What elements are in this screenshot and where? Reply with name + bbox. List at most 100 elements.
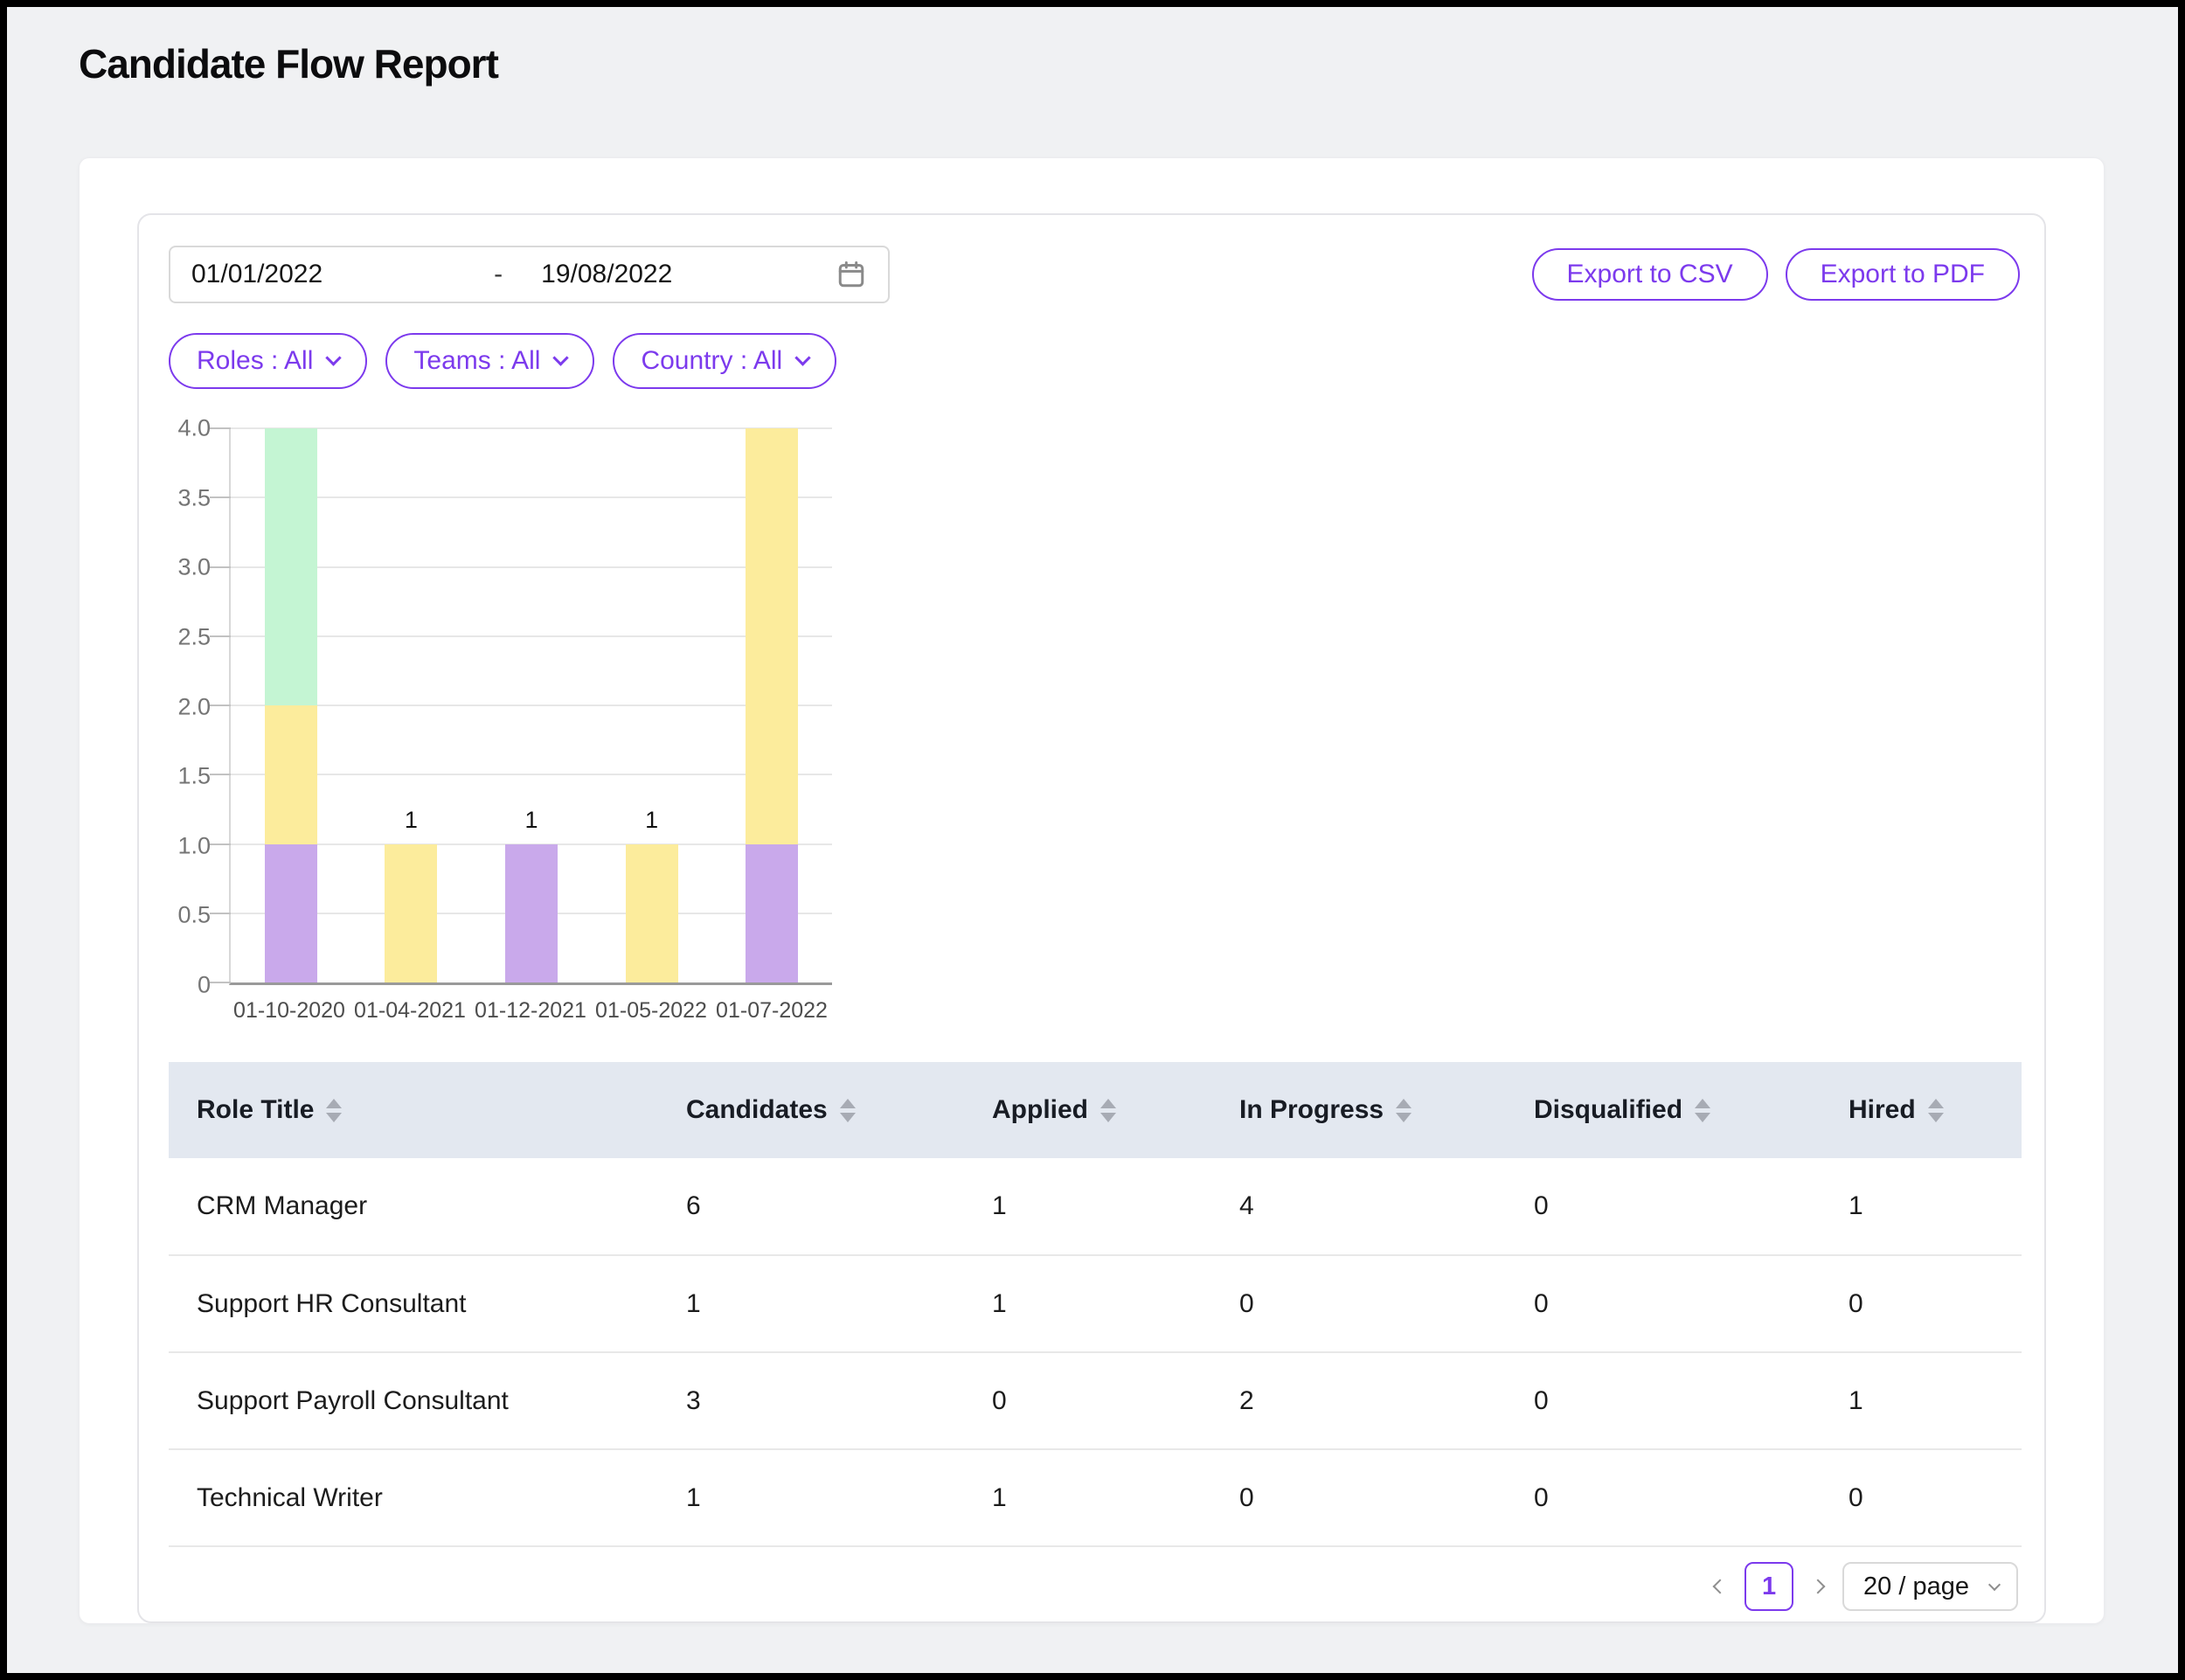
y-axis-tick-label: 2.0 — [177, 693, 211, 720]
cell-role-title: Support Payroll Consultant — [169, 1352, 658, 1449]
column-label: In Progress — [1239, 1095, 1384, 1125]
sort-icon[interactable] — [840, 1099, 856, 1122]
column-header-hired[interactable]: Hired — [1821, 1062, 2022, 1158]
table-row: Support Payroll Consultant 3 0 2 0 1 — [169, 1352, 2022, 1449]
cell-applied: 1 — [964, 1158, 1211, 1255]
bar-yellow-segment — [265, 705, 317, 844]
report-card: 01/01/2022 - 19/08/2022 Export to CSV Ex… — [79, 157, 2105, 1624]
cell-candidates: 6 — [658, 1158, 964, 1255]
sort-icon[interactable] — [1928, 1099, 1944, 1122]
bar-value-label: 1 — [405, 807, 418, 834]
column-label: Applied — [992, 1095, 1088, 1125]
y-axis-tick-mark — [210, 635, 231, 637]
chevron-left-icon — [1713, 1579, 1728, 1594]
cell-role-title: CRM Manager — [169, 1158, 658, 1255]
column-header-role-title[interactable]: Role Title — [169, 1062, 658, 1158]
country-filter-dropdown[interactable]: Country : All — [613, 333, 836, 389]
chart-x-axis: 01-10-202001-04-202101-12-202101-05-2022… — [229, 998, 832, 1033]
sort-icon[interactable] — [1695, 1099, 1710, 1122]
teams-filter-dropdown[interactable]: Teams : All — [385, 333, 594, 389]
cell-candidates: 1 — [658, 1255, 964, 1352]
chevron-down-icon — [1988, 1579, 2001, 1591]
pagination-next-button[interactable] — [1813, 1581, 1823, 1592]
cell-hired: 1 — [1821, 1158, 2022, 1255]
sort-icon[interactable] — [1396, 1099, 1412, 1122]
y-axis-tick-mark — [210, 427, 231, 429]
teams-filter-label: Teams : All — [413, 346, 540, 376]
column-header-candidates[interactable]: Candidates — [658, 1062, 964, 1158]
sort-icon[interactable] — [326, 1099, 342, 1122]
cell-role-title: Technical Writer — [169, 1449, 658, 1546]
y-axis-tick-label: 4.0 — [177, 415, 211, 442]
y-axis-tick-label: 3.5 — [177, 484, 211, 511]
date-start-value[interactable]: 01/01/2022 — [191, 260, 323, 289]
cell-in-progress: 0 — [1211, 1255, 1506, 1352]
bar-green-segment — [265, 428, 317, 705]
y-axis-tick-mark — [210, 496, 231, 498]
y-axis-tick-label: 3.0 — [177, 554, 211, 581]
pagination-page-button[interactable]: 1 — [1745, 1562, 1793, 1611]
candidate-flow-report-screen: Candidate Flow Report 01/01/2022 - 19/08… — [0, 0, 2185, 1680]
column-label: Disqualified — [1534, 1095, 1682, 1125]
x-axis-tick-label: 01-10-2020 — [233, 998, 345, 1024]
column-header-applied[interactable]: Applied — [964, 1062, 1211, 1158]
column-header-disqualified[interactable]: Disqualified — [1506, 1062, 1821, 1158]
bar-yellow-segment — [626, 844, 678, 983]
y-axis-tick-mark — [210, 913, 231, 914]
date-range-picker[interactable]: 01/01/2022 - 19/08/2022 — [169, 246, 890, 303]
gridline — [231, 427, 832, 429]
x-axis-tick-label: 01-07-2022 — [716, 998, 828, 1024]
y-axis-tick-mark — [210, 843, 231, 845]
cell-candidates: 1 — [658, 1449, 964, 1546]
gridline — [231, 774, 832, 775]
y-axis-tick-mark — [210, 774, 231, 775]
table-row: Support HR Consultant 1 1 0 0 0 — [169, 1255, 2022, 1352]
y-axis-tick-label: 0.5 — [177, 902, 211, 929]
roles-filter-dropdown[interactable]: Roles : All — [169, 333, 367, 389]
column-label: Candidates — [686, 1095, 828, 1125]
y-axis-tick-label: 1.0 — [177, 832, 211, 859]
country-filter-label: Country : All — [641, 346, 782, 376]
candidate-flow-table: Role Title Candidates Applied In Progres… — [169, 1062, 2022, 1547]
export-actions: Export to CSV Export to PDF — [1532, 248, 2020, 301]
bar-purple-segment — [505, 844, 558, 983]
calendar-icon[interactable] — [836, 259, 867, 290]
bar-value-label: 1 — [524, 807, 538, 834]
chart-y-axis: 4.03.53.02.52.01.51.00.50 — [139, 428, 211, 985]
pagination-prev-button[interactable] — [1715, 1581, 1725, 1592]
chevron-right-icon — [1811, 1579, 1826, 1594]
cell-applied: 0 — [964, 1352, 1211, 1449]
cell-hired: 1 — [1821, 1352, 2022, 1449]
cell-in-progress: 2 — [1211, 1352, 1506, 1449]
cell-hired: 0 — [1821, 1449, 2022, 1546]
cell-candidates: 3 — [658, 1352, 964, 1449]
bar-purple-segment — [746, 844, 798, 983]
export-pdf-button[interactable]: Export to PDF — [1786, 248, 2020, 301]
gridline — [231, 496, 832, 498]
bar-purple-segment — [265, 844, 317, 983]
column-header-in-progress[interactable]: In Progress — [1211, 1062, 1506, 1158]
sort-icon[interactable] — [1100, 1099, 1116, 1122]
table-row: CRM Manager 6 1 4 0 1 — [169, 1158, 2022, 1255]
cell-disqualified: 0 — [1506, 1352, 1821, 1449]
x-axis-tick-label: 01-04-2021 — [354, 998, 466, 1024]
chart-plot: 111 — [229, 428, 832, 985]
gridline — [231, 635, 832, 637]
export-csv-button[interactable]: Export to CSV — [1532, 248, 1768, 301]
column-label: Hired — [1849, 1095, 1916, 1125]
table-row: Technical Writer 1 1 0 0 0 — [169, 1449, 2022, 1546]
chevron-down-icon — [794, 350, 810, 365]
date-end-value[interactable]: 19/08/2022 — [541, 260, 672, 289]
page-title: Candidate Flow Report — [79, 40, 498, 87]
page-size-value: 20 / page — [1863, 1572, 1969, 1601]
y-axis-tick-label: 1.5 — [177, 763, 211, 790]
y-axis-tick-label: 0 — [198, 972, 211, 999]
bar-yellow-segment — [746, 428, 798, 844]
cell-disqualified: 0 — [1506, 1158, 1821, 1255]
date-separator: - — [494, 260, 503, 289]
page-size-select[interactable]: 20 / page — [1842, 1562, 2018, 1611]
chevron-down-icon — [553, 350, 569, 365]
cell-disqualified: 0 — [1506, 1255, 1821, 1352]
cell-applied: 1 — [964, 1255, 1211, 1352]
pagination: 1 20 / page — [1715, 1561, 2018, 1612]
